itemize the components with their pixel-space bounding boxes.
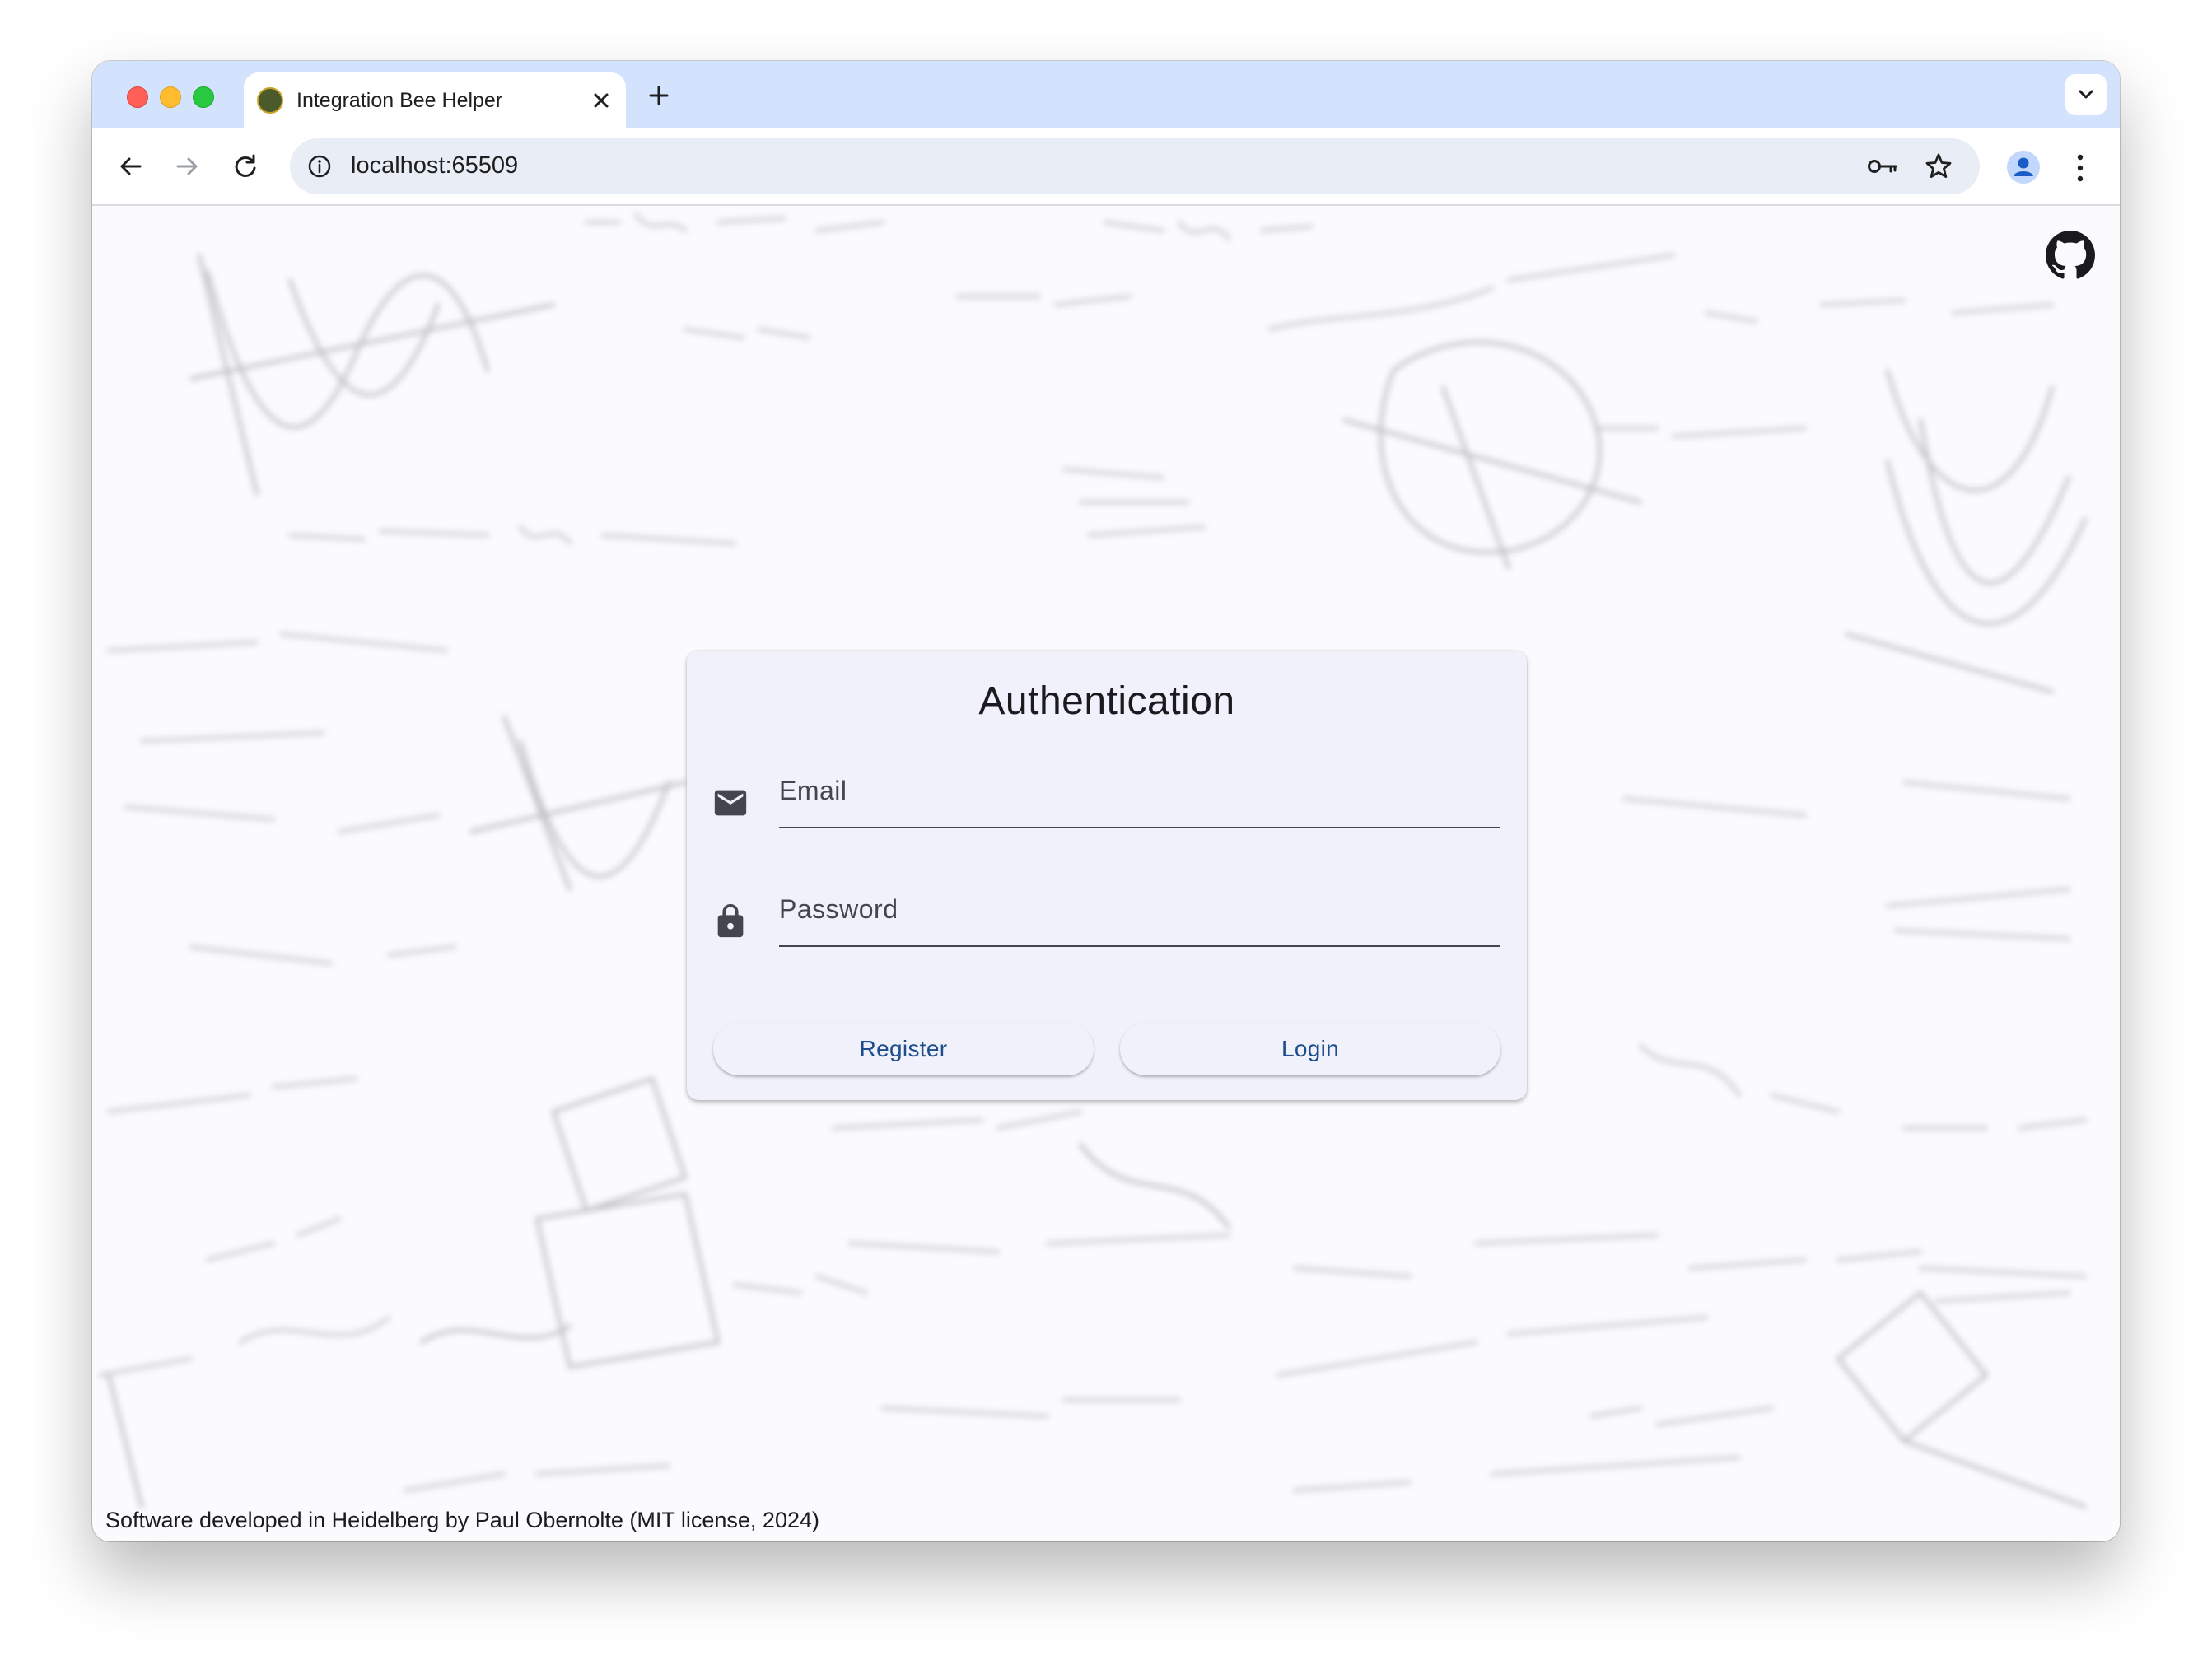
tab-title: Integration Bee Helper xyxy=(296,89,503,112)
tab-bar: Integration Bee Helper xyxy=(92,61,2120,130)
new-tab-icon[interactable] xyxy=(646,82,672,109)
star-icon[interactable] xyxy=(1924,152,1953,181)
password-label: Password xyxy=(779,894,898,924)
authentication-card: Authentication Email Password Register L… xyxy=(687,651,1527,1100)
browser-tab[interactable]: Integration Bee Helper xyxy=(244,72,626,130)
minimize-window-button[interactable] xyxy=(160,86,181,108)
more-options-icon[interactable] xyxy=(2074,152,2087,184)
site-info-icon[interactable] xyxy=(306,153,333,180)
close-window-button[interactable] xyxy=(127,86,148,108)
email-label: Email xyxy=(779,776,847,805)
back-arrow-icon[interactable] xyxy=(114,150,147,183)
browser-toolbar: localhost:65509 xyxy=(92,128,2120,206)
email-field[interactable]: Email xyxy=(779,753,1500,828)
chevron-down-icon xyxy=(2079,90,2093,99)
address-bar[interactable]: localhost:65509 xyxy=(290,138,1980,194)
card-title: Authentication xyxy=(978,679,1235,723)
github-icon[interactable] xyxy=(2046,231,2095,280)
browser-window: Integration Bee Helper localhost:65509 A… xyxy=(92,61,2120,1541)
favicon-icon xyxy=(257,87,283,114)
url-text: localhost:65509 xyxy=(351,152,519,179)
reload-icon[interactable] xyxy=(229,150,262,183)
profile-avatar-icon[interactable] xyxy=(2006,150,2041,184)
mail-icon xyxy=(714,790,747,816)
footer-credit: Software developed in Heidelberg by Paul… xyxy=(105,1508,819,1532)
close-tab-icon[interactable] xyxy=(588,87,614,114)
tab-search-button[interactable] xyxy=(2065,74,2107,115)
lock-icon xyxy=(717,903,744,938)
key-icon[interactable] xyxy=(1866,153,1899,180)
forward-arrow-icon[interactable] xyxy=(171,150,204,183)
maximize-window-button[interactable] xyxy=(193,86,214,108)
login-button[interactable]: Login xyxy=(1120,1023,1500,1075)
page-content: Authentication Email Password Register L… xyxy=(92,206,2120,1541)
password-field[interactable]: Password xyxy=(779,871,1500,947)
register-button[interactable]: Register xyxy=(713,1023,1094,1075)
